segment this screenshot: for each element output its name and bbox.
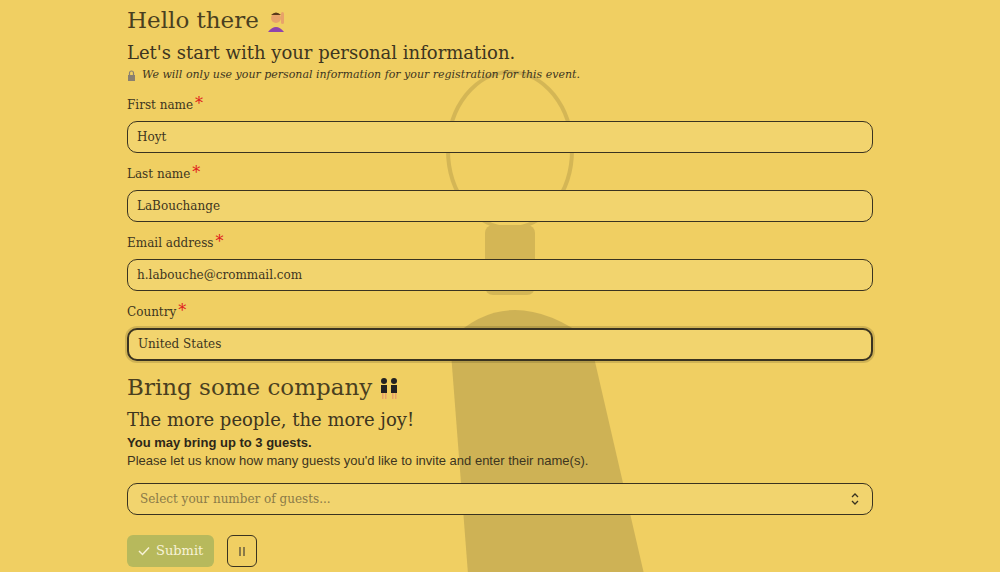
- guests-select[interactable]: Select your number of guests...: [127, 483, 873, 515]
- submit-label: Submit: [156, 541, 203, 561]
- pause-icon: [238, 547, 246, 556]
- greeting-title-text: Hello there: [127, 6, 259, 35]
- field-label-text: Last name: [127, 166, 190, 182]
- guests-instructions: Please let us know how many guests you'd…: [127, 453, 873, 469]
- form-field: Country*: [127, 304, 873, 361]
- field-label-text: Country: [127, 304, 176, 320]
- check-icon: [138, 546, 150, 556]
- greeting-subtitle: Let's start with your personal informati…: [127, 41, 873, 64]
- submit-button[interactable]: Submit: [127, 535, 214, 567]
- select-placeholder: Select your number of guests...: [140, 491, 331, 508]
- privacy-note: We will only use your personal informati…: [127, 67, 873, 83]
- chevron-updown-icon: [850, 492, 860, 506]
- guests-title-text: Bring some company: [127, 373, 372, 402]
- pause-button[interactable]: [227, 535, 257, 567]
- field-label: Last name*: [127, 166, 873, 182]
- privacy-note-text: We will only use your personal informati…: [142, 67, 580, 83]
- field-label: First name*: [127, 97, 873, 113]
- personal-fields: First name*Last name*Email address*Count…: [127, 97, 873, 361]
- field-label-text: First name: [127, 97, 193, 113]
- required-mark: *: [178, 304, 186, 318]
- text-input[interactable]: [127, 190, 873, 222]
- form-field: Email address*: [127, 235, 873, 291]
- guests-limit: You may bring up to 3 guests.: [127, 435, 873, 451]
- guests-title: Bring some company: [127, 373, 873, 402]
- dancers-icon: [378, 377, 400, 399]
- form-field: First name*: [127, 97, 873, 153]
- field-label-text: Email address: [127, 235, 213, 251]
- field-label: Country*: [127, 304, 873, 320]
- text-input[interactable]: [127, 121, 873, 153]
- required-mark: *: [215, 235, 223, 249]
- lock-icon: [127, 70, 136, 81]
- raising-hand-icon: [265, 10, 287, 32]
- greeting-title: Hello there: [127, 6, 873, 35]
- text-input[interactable]: [127, 328, 873, 361]
- required-mark: *: [195, 97, 203, 111]
- field-label: Email address*: [127, 235, 873, 251]
- required-mark: *: [192, 166, 200, 180]
- form-field: Last name*: [127, 166, 873, 222]
- form-actions: Submit: [127, 535, 873, 567]
- guests-subtitle: The more people, the more joy!: [127, 408, 873, 431]
- text-input[interactable]: [127, 259, 873, 291]
